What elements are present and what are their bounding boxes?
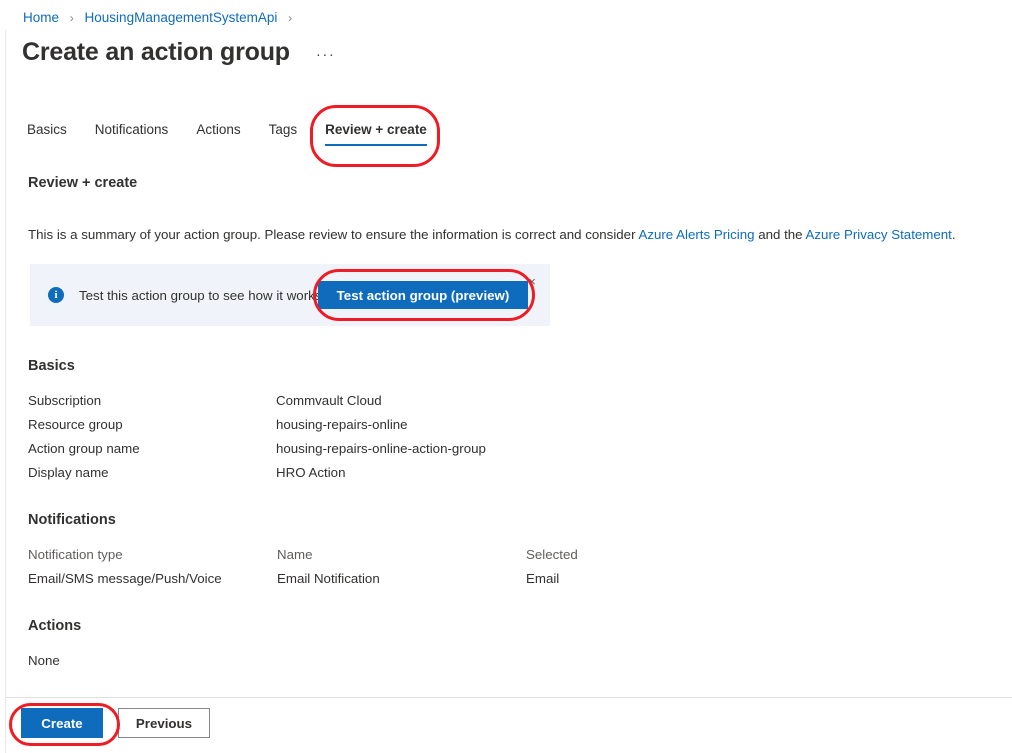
banner-message: Test this action group to see how it wor… [79,287,322,303]
breadcrumb-item-home[interactable]: Home [23,10,59,25]
more-options-icon[interactable]: ··· [312,44,340,65]
breadcrumb-separator-icon: › [69,11,74,25]
actions-section: Actions None [28,618,81,673]
notification-type-value: Email/SMS message/Push/Voice [28,571,222,586]
notification-selected-value: Email [526,571,560,586]
basics-heading: Basics [28,358,75,374]
info-icon: i [48,287,64,303]
tab-tags[interactable]: Tags [269,118,298,147]
test-action-group-button[interactable]: Test action group (preview) [318,281,528,309]
basics-value-subscription: Commvault Cloud [276,393,382,408]
footer-divider [6,697,1012,698]
column-header-notification-type: Notification type [28,547,123,562]
create-button[interactable]: Create [21,708,103,738]
actions-heading: Actions [28,618,82,634]
basics-value-action-group-name: housing-repairs-online-action-group [276,441,486,456]
notifications-heading: Notifications [28,512,116,528]
summary-part-2: and the [754,227,806,242]
basics-key-action-group-name: Action group name [28,441,140,456]
column-header-name: Name [277,547,313,562]
basics-section: Basics Subscription Commvault Cloud Reso… [28,358,486,485]
azure-privacy-statement-link[interactable]: Azure Privacy Statement [806,227,952,242]
tab-actions[interactable]: Actions [196,118,240,147]
table-row: Subscription Commvault Cloud [28,389,486,413]
column-header-selected: Selected [526,547,578,562]
tab-review-create[interactable]: Review + create [325,118,427,147]
table-row: Display name HRO Action [28,461,486,485]
basics-value-resource-group: housing-repairs-online [276,417,408,432]
table-row: Resource group housing-repairs-online [28,413,486,437]
summary-text: This is a summary of your action group. … [28,226,956,244]
summary-part-3: . [951,227,956,242]
title-row: Create an action group ··· [22,36,339,68]
review-create-heading: Review + create [28,175,138,191]
previous-button[interactable]: Previous [118,708,210,738]
tab-basics[interactable]: Basics [27,118,67,147]
breadcrumb-item-housingmanagementsystemapi[interactable]: HousingManagementSystemApi [85,10,278,25]
wizard-tabs: Basics Notifications Actions Tags Review… [27,118,455,147]
basics-key-resource-group: Resource group [28,417,123,432]
actions-value: None [28,653,60,668]
breadcrumb: Home › HousingManagementSystemApi › [23,9,299,27]
summary-part-1: This is a summary of your action group. … [28,227,639,242]
basics-value-display-name: HRO Action [276,465,346,480]
table-row: Action group name housing-repairs-online… [28,437,486,461]
tab-notifications[interactable]: Notifications [95,118,169,147]
page-title: Create an action group [22,38,290,66]
notifications-section: Notifications Notification type Name Sel… [28,512,578,591]
azure-alerts-pricing-link[interactable]: Azure Alerts Pricing [638,227,754,242]
table-row: Email/SMS message/Push/Voice Email Notif… [28,567,578,591]
basics-key-display-name: Display name [28,465,109,480]
basics-key-subscription: Subscription [28,393,102,408]
notifications-header-row: Notification type Name Selected [28,543,578,567]
content-left-border [5,30,6,753]
notification-name-value: Email Notification [277,571,380,586]
breadcrumb-separator-icon-2: › [288,11,293,25]
